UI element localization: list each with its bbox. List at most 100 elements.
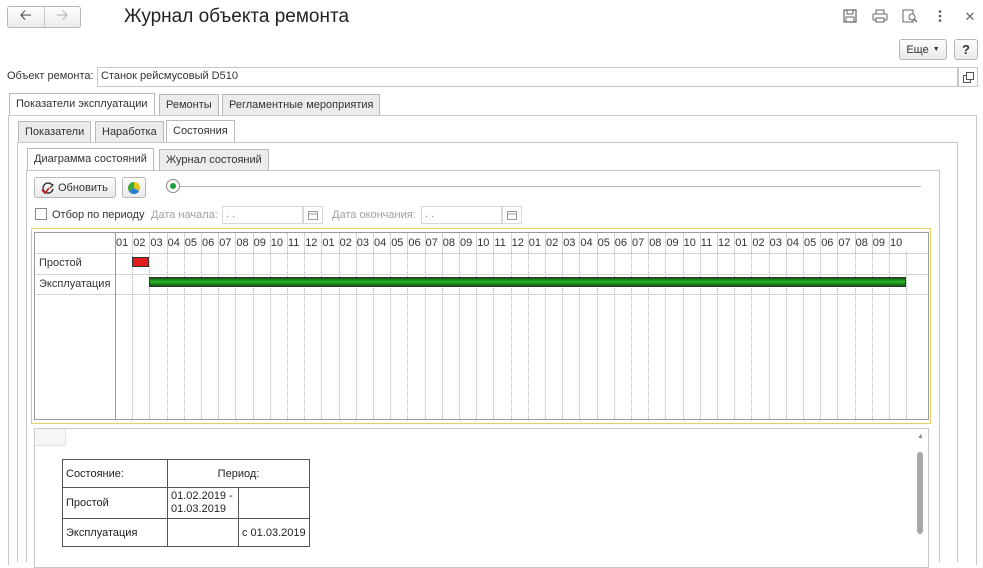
gantt-header-separator [665, 233, 667, 252]
gantt-month-label: 11 [700, 237, 713, 249]
gantt-month-label: 05 [184, 237, 198, 249]
tab-state-diagram[interactable]: Диаграмма состояний [27, 148, 154, 171]
window-title: Журнал объекта ремонта [124, 6, 350, 27]
refresh-icon [41, 181, 55, 194]
gantt-header-separator [717, 233, 718, 252]
gantt-header-separator [166, 233, 168, 252]
gantt-header-separator [441, 233, 443, 252]
gantt-bar-operation[interactable] [149, 277, 907, 287]
gantt-header-separator [201, 233, 202, 252]
start-date-label: Дата начала: [151, 209, 218, 221]
gantt-month-label: 05 [391, 237, 404, 249]
gantt-month-label: 07 [838, 237, 851, 249]
timeline-slider-track[interactable] [166, 186, 921, 187]
object-label: Объект ремонта: [7, 70, 94, 82]
gantt-month-label: 02 [133, 237, 146, 249]
tab-operation-indicators[interactable]: Показатели эксплуатации [9, 93, 155, 116]
gantt-header-separator [613, 233, 615, 252]
gantt-header-separator [889, 233, 890, 252]
palette-button[interactable] [122, 177, 146, 198]
vertical-scrollbar-thumb[interactable] [917, 452, 923, 534]
gantt-month-label: 03 [563, 237, 576, 249]
gantt-month-label: 10 [683, 237, 696, 249]
gantt-month-label: 02 [546, 237, 559, 249]
tab-state-journal[interactable]: Журнал состояний [159, 149, 269, 170]
help-button[interactable]: ? [954, 39, 978, 60]
nav-buttons: 🡠 🡢 [7, 6, 81, 28]
legend-header-period: Период: [167, 459, 310, 488]
timeline-slider-handle[interactable] [166, 179, 180, 193]
gantt-month-label: 07 [632, 237, 645, 249]
scroll-up-icon[interactable]: ▲ [917, 433, 924, 440]
gantt-header-separator [183, 233, 185, 252]
end-date-input[interactable]: . . [421, 206, 502, 224]
print-preview-icon[interactable] [902, 9, 918, 25]
tab-scheduled-activities[interactable]: Регламентные мероприятия [222, 94, 381, 115]
vertical-dots-icon[interactable] [932, 9, 948, 25]
refresh-button[interactable]: Обновить [34, 177, 116, 198]
start-date-picker[interactable] [303, 206, 323, 224]
gantt-month-label: 04 [374, 237, 387, 249]
gantt-header-separator [785, 233, 787, 252]
gantt-header-separator [252, 233, 254, 252]
gantt-header-separator [459, 233, 460, 252]
gantt-header-separator [287, 233, 288, 252]
back-button[interactable]: 🡠 [8, 7, 45, 27]
gantt-row-label-downtime: Простой [39, 257, 82, 269]
gantt-month-label: 10 [477, 237, 490, 249]
object-field[interactable]: Станок рейсмусовый D510 [97, 67, 958, 87]
gantt-header-separator [803, 233, 804, 252]
more-button[interactable]: Еще ▼ [899, 39, 947, 60]
table-row: Простой 01.02.2019 - 01.03.2019 [62, 487, 310, 519]
gantt-header-separator [545, 233, 546, 252]
gantt-month-label: 06 [202, 237, 215, 249]
state-legend-table: Состояние: Период: Простой 01.02.2019 - … [62, 459, 310, 547]
gantt-header-separator [304, 233, 306, 252]
gantt-header-separator [699, 233, 701, 252]
slider-handle-dot [170, 183, 176, 189]
chevron-down-icon: ▼ [932, 46, 940, 53]
gantt-month-label: 09 [872, 237, 886, 249]
end-date-picker[interactable] [502, 206, 522, 224]
gantt-header-separator [149, 233, 151, 252]
gantt-month-label: 11 [288, 237, 300, 249]
gantt-month-label: 08 [236, 237, 249, 249]
gantt-header-separator [854, 233, 856, 252]
state-gantt-chart[interactable]: Простой Эксплуатация 01 02 03 04 05 06 07 08 09 1… [34, 232, 929, 420]
gantt-month-label: 07 [425, 237, 438, 249]
gantt-month-label: 09 [253, 237, 266, 249]
gantt-month-label: 04 [167, 237, 180, 249]
tab-indicators[interactable]: Показатели [18, 121, 92, 142]
gantt-month-label: 12 [305, 237, 318, 249]
legend-state-cell: Эксплуатация [62, 518, 168, 547]
start-date-input[interactable]: . . [222, 206, 303, 224]
gantt-month-label: 02 [339, 237, 352, 249]
legend-header-state: Состояние: [62, 459, 168, 488]
gantt-month-label: 02 [752, 237, 765, 249]
forward-button[interactable]: 🡢 [45, 7, 81, 27]
gantt-month-label: 03 [769, 237, 782, 249]
legend-panel: ▲ Состояние: Период: Простой 01.02.2019 … [34, 428, 929, 568]
open-button[interactable] [958, 67, 978, 87]
printer-icon[interactable] [872, 9, 888, 25]
gantt-header-separator [321, 233, 323, 252]
close-icon[interactable]: ✕ [962, 9, 978, 25]
gantt-header-separator [751, 233, 753, 252]
gantt-month-label: 01 [116, 237, 129, 249]
gantt-header-separator [682, 233, 684, 252]
gantt-gridline [906, 252, 908, 419]
table-row: Эксплуатация с 01.03.2019 [62, 518, 310, 547]
gantt-header-separator [562, 233, 564, 252]
gantt-header-separator [355, 233, 357, 252]
tab-states[interactable]: Состояния [166, 120, 235, 143]
tab-operating-time[interactable]: Наработка [95, 121, 164, 142]
gantt-header-separator [631, 233, 632, 252]
tab-repairs[interactable]: Ремонты [159, 94, 219, 115]
object-field-value: Станок рейсмусовый D510 [101, 70, 238, 82]
period-filter-checkbox[interactable] [35, 208, 47, 220]
floppy-icon[interactable] [842, 9, 858, 25]
gantt-header-separator [596, 233, 598, 252]
gantt-bar-downtime[interactable] [132, 257, 150, 267]
gantt-month-label: 10 [270, 237, 284, 249]
gantt-header-separator [768, 233, 770, 252]
